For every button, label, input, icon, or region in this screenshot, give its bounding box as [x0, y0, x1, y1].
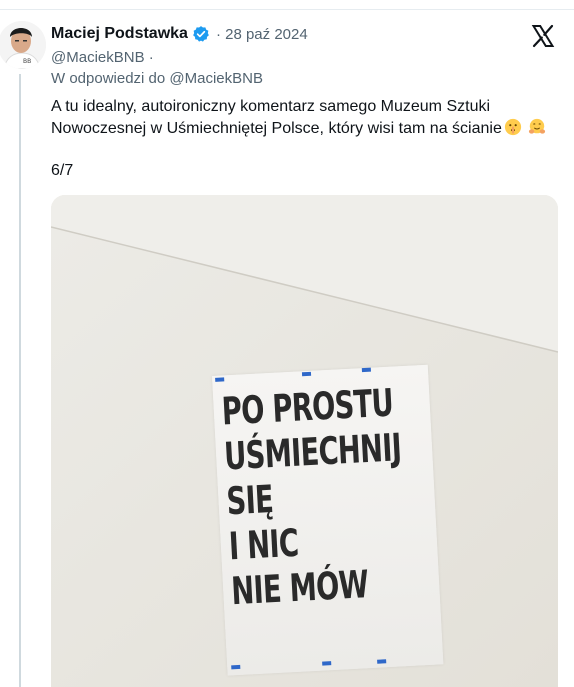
thread-count: 6/7: [51, 162, 74, 179]
poster-text: PO PROSTU UŚMIECHNIJ SIĘ I NIC NIE MÓW: [220, 380, 403, 614]
verified-badge-icon: [193, 26, 209, 42]
shushing-face-emoji-icon: [504, 118, 521, 136]
tape-piece: [215, 377, 225, 382]
tweet-header: Maciej Podstawka · 28 paź 2024: [51, 24, 308, 44]
thread-connector-line: [19, 74, 21, 687]
author-name[interactable]: Maciej Podstawka: [51, 25, 188, 43]
tape-piece: [301, 371, 312, 377]
x-logo-icon[interactable]: [531, 24, 555, 48]
tweet-photo[interactable]: PO PROSTU UŚMIECHNIJ SIĘ I NIC NIE MÓW: [51, 195, 558, 687]
tweet-text-line: A tu idealny, autoironiczny komentarz sa…: [51, 98, 491, 115]
author-handle[interactable]: @MaciekBNB ·: [51, 49, 154, 66]
poster-line: I NIC: [227, 520, 300, 569]
tape-piece: [361, 367, 371, 373]
poster: PO PROSTU UŚMIECHNIJ SIĘ I NIC NIE MÓW: [212, 364, 444, 676]
poster-line: SIĘ: [225, 477, 275, 524]
top-divider: [0, 9, 574, 10]
tweet-text-line-with-emoji: Nowoczesnej w Uśmiechniętej Polsce, któr…: [51, 118, 561, 140]
svg-text:BB: BB: [23, 58, 31, 65]
poster-line: UŚMIECHNIJ: [223, 425, 403, 479]
hugging-face-emoji-icon: [528, 118, 545, 134]
reply-mention-link[interactable]: @MaciekBNB: [169, 70, 263, 87]
poster-line: NIE MÓW: [230, 562, 370, 614]
tape-piece: [322, 661, 332, 666]
tweet-text-line: Nowoczesnej w Uśmiechniętej Polsce, któr…: [51, 120, 502, 137]
poster-line: PO PROSTU: [220, 380, 395, 434]
tape-piece: [231, 664, 241, 670]
reply-context: W odpowiedzi do @MaciekBNB: [51, 70, 263, 87]
tweet-text: A tu idealny, autoironiczny komentarz sa…: [51, 96, 561, 140]
reply-prefix: W odpowiedzi do: [51, 70, 166, 87]
tweet-date[interactable]: · 28 paź 2024: [216, 26, 308, 43]
avatar[interactable]: BB: [0, 21, 46, 69]
tape-piece: [377, 659, 387, 664]
